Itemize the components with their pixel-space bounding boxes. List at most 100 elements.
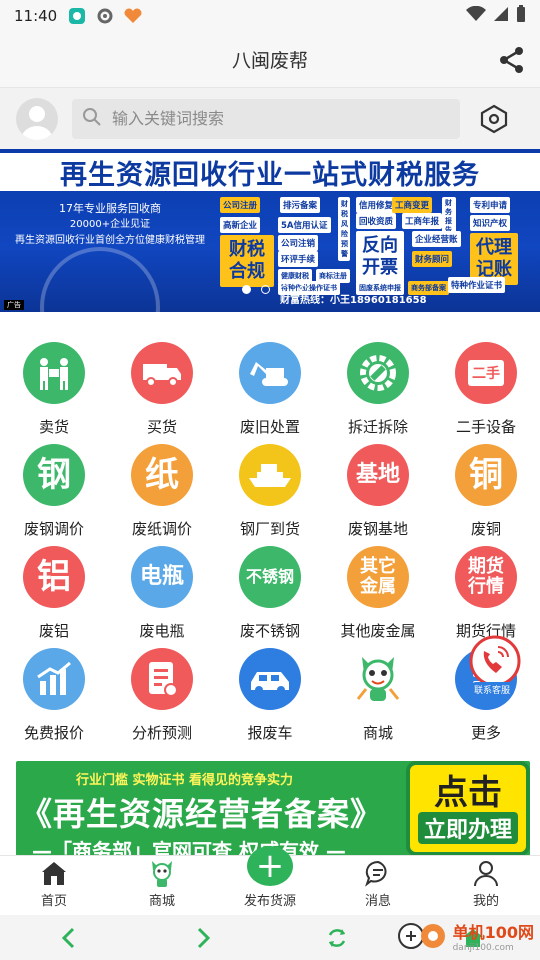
status-bar: 11:40 [0, 0, 540, 32]
paper-icon: 纸 [131, 444, 193, 506]
grid-item-stainless[interactable]: 不锈钢 废不锈钢 [216, 546, 324, 648]
grid-item-label: 其他废金属 [340, 622, 416, 640]
banner-tag: 工商年报 [402, 213, 443, 229]
copper-icon: 铜 [455, 444, 517, 506]
tab-messages[interactable]: 消息 [324, 856, 432, 915]
promo-cta-line2: 立即办理 [417, 811, 518, 844]
grid-item-mill-arrival[interactable]: 钢厂到货 [216, 444, 324, 546]
promo-cta-button[interactable]: 点击 立即办理 [406, 761, 530, 856]
promo-sub: 行业门槛 实物证书 看得见的竞争实力 [76, 773, 294, 788]
banner-tags: 公司注册 排污备案 财税风险预警 信用修复 工商变更 财务报告 专利申请 高新企… [220, 197, 536, 295]
mascot-icon [147, 858, 177, 888]
grid-item-label: 废纸调价 [131, 520, 192, 538]
battery-icon: 电瓶 [131, 546, 193, 608]
steel-icon: 钢 [23, 444, 85, 506]
seller-icon [23, 342, 85, 404]
stainless-icon: 不锈钢 [239, 546, 301, 608]
forward-icon[interactable] [188, 923, 218, 953]
grid-item-other-metal[interactable]: 其它金属 其他废金属 [324, 546, 432, 648]
grid-item-label: 废不锈钢 [239, 622, 300, 640]
banner-tag: 专利申请 [470, 197, 511, 213]
watermark-url: danji100.com [452, 943, 514, 953]
grid-item-label: 报废车 [247, 724, 293, 742]
customer-service-button[interactable]: 联系客服 [462, 633, 528, 699]
banner-tag: 财税风险预警 [338, 197, 350, 261]
plus-icon: + [247, 846, 293, 886]
search-row [0, 88, 540, 149]
search-box[interactable] [72, 98, 460, 139]
grid-item-label: 废电瓶 [139, 622, 185, 640]
tab-mall[interactable]: 商城 [108, 856, 216, 915]
grid-item-label: 免费报价 [23, 724, 84, 742]
grid-item-disposal[interactable]: 废旧处置 [216, 342, 324, 444]
tab-publish[interactable]: + 发布货源 [216, 846, 324, 915]
grid-item-buy[interactable]: 买货 [108, 342, 216, 444]
grid-item-label: 废铝 [38, 622, 69, 640]
promo-banner[interactable]: 行业门槛 实物证书 看得见的竞争实力 《再生资源经营者备案》 —「商务部」官网可… [16, 761, 530, 856]
grid-item-label: 卖货 [38, 418, 69, 436]
tab-mine[interactable]: 我的 [432, 856, 540, 915]
grid-item-secondhand[interactable]: 二手 二手设备 [432, 342, 540, 444]
tab-label: 首页 [40, 894, 67, 909]
promo-cta-line1: 点击 [434, 772, 502, 813]
ad-label: 广告 [4, 300, 24, 310]
home-icon [39, 858, 69, 888]
grid-item-free-quote[interactable]: 免费报价 [0, 648, 108, 750]
avatar[interactable] [16, 97, 58, 140]
customer-service-label: 联系客服 [470, 682, 515, 697]
pagination-dot[interactable] [299, 285, 308, 294]
glyph: 其它金属 [360, 556, 396, 597]
pagination-dot[interactable] [242, 285, 251, 294]
search-icon [82, 107, 102, 131]
grid-item-mall[interactable]: 商城 [324, 648, 432, 750]
settings-notification-icon [95, 6, 115, 26]
grid-item-steel-base[interactable]: 基地 废钢基地 [324, 444, 432, 546]
tab-home[interactable]: 首页 [0, 856, 108, 915]
wifi-icon [466, 5, 486, 26]
grid-item-battery[interactable]: 电瓶 废电瓶 [108, 546, 216, 648]
heart-notification-icon [123, 6, 143, 26]
banner-tag: 工商变更 [392, 197, 433, 213]
grid-item-label: 商城 [362, 724, 393, 742]
hexagon-settings-icon[interactable] [474, 99, 514, 139]
search-input[interactable] [112, 109, 412, 128]
grid-item-label: 废钢基地 [347, 520, 408, 538]
grid-item-scrap-car[interactable]: 报废车 [216, 648, 324, 750]
grid-item-copper[interactable]: 铜 废铜 [432, 444, 540, 546]
banner-tag: 环评手续 [278, 251, 319, 267]
battery-icon [516, 5, 526, 27]
grid-item-steel-price[interactable]: 钢 废钢调价 [0, 444, 108, 546]
refresh-icon[interactable] [322, 923, 352, 953]
tab-label: 商城 [148, 894, 175, 909]
grid-item-analysis[interactable]: 分析预测 [108, 648, 216, 750]
bottom-tab-bar: 首页 商城 + 发布货源 消息 我的 [0, 846, 540, 915]
banner-tag: 高新企业 [220, 217, 261, 233]
promo-foot: —「商务部」官网可查 权威有效 — [32, 839, 346, 856]
grid-item-label: 钢厂到货 [239, 520, 300, 538]
grid-item-demolition[interactable]: 拆迁拆除 [324, 342, 432, 444]
other-metal-icon: 其它金属 [347, 546, 409, 608]
gear-wrench-icon [347, 342, 409, 404]
banner-line: 再生资源回收行业首创全方位健康财税管理 [15, 235, 205, 246]
banner-big-tag: 反向开票 [356, 231, 404, 283]
banner-tag: 公司注销 [278, 235, 319, 251]
grid-item-paper-price[interactable]: 纸 废纸调价 [108, 444, 216, 546]
system-nav-bar: 单机100网 danji100.com [0, 915, 540, 960]
banner-tag: 排污备案 [280, 197, 321, 213]
car-icon [239, 648, 301, 710]
pagination-dot[interactable] [261, 285, 270, 294]
grid-item-label: 二手设备 [455, 418, 516, 436]
pagination-dot[interactable] [280, 285, 289, 294]
banner-tag: 财务顾问 [412, 251, 453, 267]
grid-item-label: 废铜 [470, 520, 501, 538]
grid-item-aluminum[interactable]: 铝 废铝 [0, 546, 108, 648]
grid-item-sell[interactable]: 卖货 [0, 342, 108, 444]
grid-item-label: 废旧处置 [239, 418, 300, 436]
ad-banner[interactable]: 再生资源回收行业一站式财税服务 17年专业服务回收商 20000+企业见证 再生… [0, 149, 540, 312]
base-icon: 基地 [347, 444, 409, 506]
back-icon[interactable] [54, 923, 84, 953]
share-icon[interactable] [496, 44, 528, 76]
tab-label: 发布货源 [243, 894, 296, 909]
glyph: 铜 [469, 455, 503, 495]
watermark: 单机100网 danji100.com [397, 919, 534, 953]
